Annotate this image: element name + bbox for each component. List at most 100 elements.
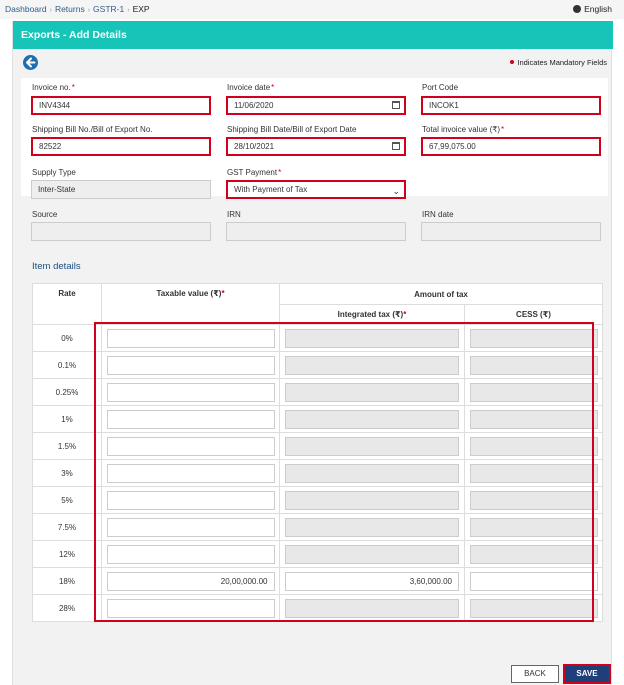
cess-input xyxy=(469,382,598,402)
mandatory-note: Indicates Mandatory Fields xyxy=(510,58,607,67)
shipping-bill-date-value: 28/10/2021 xyxy=(234,142,275,151)
taxable-value-input[interactable] xyxy=(106,328,275,348)
page-header: Exports - Add Details xyxy=(13,21,613,49)
igst-cell xyxy=(279,351,465,379)
required-marker: * xyxy=(71,83,75,92)
cess-cell xyxy=(464,459,603,487)
cess-input xyxy=(469,436,598,456)
cess-input xyxy=(469,517,598,537)
breadcrumb-current: EXP xyxy=(132,4,150,14)
taxable-cell xyxy=(101,351,280,379)
gst-payment-select[interactable]: With Payment of Tax ⌄ xyxy=(226,180,406,199)
cess-cell xyxy=(464,594,603,622)
rate-cell: 0.1% xyxy=(32,351,102,379)
taxable-value-input[interactable] xyxy=(106,409,275,429)
breadcrumb-separator: › xyxy=(127,7,130,14)
port-code-field[interactable]: INCOK1 xyxy=(421,96,601,115)
taxable-value-input[interactable] xyxy=(106,355,275,375)
cess-cell xyxy=(464,324,603,352)
cess-cell xyxy=(464,432,603,460)
igst-cell xyxy=(279,486,465,514)
table-row: 5% xyxy=(32,486,603,514)
invoice-no-label-text: Invoice no. xyxy=(32,83,71,92)
shipping-bill-date-field[interactable]: 28/10/2021 xyxy=(226,137,406,156)
cess-input xyxy=(469,328,598,348)
rate-cell: 3% xyxy=(32,459,102,487)
cess-header: CESS (₹) xyxy=(464,304,603,325)
page-title: Exports - Add Details xyxy=(21,29,127,41)
invoice-no-field[interactable]: INV4344 xyxy=(31,96,211,115)
rate-cell: 12% xyxy=(32,540,102,568)
integrated-tax-header-text: Integrated tax (₹) xyxy=(337,310,404,319)
taxable-cell: 20,00,000.00 xyxy=(101,567,280,595)
cess-cell xyxy=(464,567,603,595)
gst-payment-label-text: GST Payment xyxy=(227,168,278,177)
taxable-value-input[interactable] xyxy=(106,517,275,537)
table-row: 18% 20,00,000.00 3,60,000.00 xyxy=(32,567,603,595)
table-row: 1.5% xyxy=(32,432,603,460)
breadcrumb-returns[interactable]: Returns xyxy=(55,4,85,14)
gst-payment-label: GST Payment* xyxy=(227,168,281,177)
calendar-icon[interactable] xyxy=(392,101,400,109)
total-invoice-value-field[interactable]: 67,99,075.00 xyxy=(421,137,601,156)
table-row: 3% xyxy=(32,459,603,487)
back-button[interactable]: BACK xyxy=(511,665,559,683)
integrated-tax-input xyxy=(285,436,459,456)
igst-cell xyxy=(279,378,465,406)
required-marker: * xyxy=(271,83,275,92)
shipping-bill-no-field[interactable]: 82522 xyxy=(31,137,211,156)
irn-field xyxy=(226,222,406,241)
source-label: Source xyxy=(32,210,58,219)
supply-type-field: Inter-State xyxy=(31,180,211,199)
back-arrow-icon[interactable] xyxy=(23,55,38,70)
taxable-value-input[interactable] xyxy=(106,382,275,402)
required-dot-icon xyxy=(510,60,515,64)
required-marker: * xyxy=(403,310,407,319)
integrated-tax-input xyxy=(285,463,459,483)
taxable-value-input[interactable] xyxy=(106,598,275,618)
igst-cell xyxy=(279,324,465,352)
taxable-value-input[interactable] xyxy=(106,490,275,510)
shipping-bill-no-label: Shipping Bill No./Bill of Export No. xyxy=(32,125,153,134)
required-marker: * xyxy=(278,168,282,177)
cess-input xyxy=(469,490,598,510)
cess-cell xyxy=(464,486,603,514)
gst-payment-value: With Payment of Tax xyxy=(234,185,308,194)
rate-cell: 0% xyxy=(32,324,102,352)
language-selector[interactable]: English xyxy=(573,4,612,14)
save-button[interactable]: SAVE xyxy=(563,664,611,684)
rate-cell: 0.25% xyxy=(32,378,102,406)
table-row: 7.5% xyxy=(32,513,603,541)
igst-cell xyxy=(279,594,465,622)
cess-cell xyxy=(464,513,603,541)
breadcrumb-dashboard[interactable]: Dashboard xyxy=(5,4,47,14)
breadcrumb-separator: › xyxy=(87,7,91,14)
taxable-cell xyxy=(101,540,280,568)
igst-cell xyxy=(279,513,465,541)
igst-cell xyxy=(279,459,465,487)
integrated-tax-input xyxy=(285,490,459,510)
calendar-icon[interactable] xyxy=(392,142,400,150)
main-panel: Exports - Add Details Indicates Mandator… xyxy=(12,21,613,685)
invoice-date-value: 11/06/2020 xyxy=(234,101,274,110)
taxable-value-header: Taxable value (₹)* xyxy=(101,283,280,325)
rate-cell: 1.5% xyxy=(32,432,102,460)
cess-cell xyxy=(464,351,603,379)
taxable-value-input[interactable] xyxy=(106,544,275,564)
taxable-value-input[interactable]: 20,00,000.00 xyxy=(106,571,275,591)
chevron-down-icon: ⌄ xyxy=(392,186,400,196)
table-row: 28% xyxy=(32,594,603,622)
cess-cell xyxy=(464,405,603,433)
taxable-value-input[interactable] xyxy=(106,436,275,456)
table-row: 1% xyxy=(32,405,603,433)
cess-input xyxy=(469,409,598,429)
invoice-date-field[interactable]: 11/06/2020 xyxy=(226,96,406,115)
integrated-tax-input xyxy=(285,598,459,618)
integrated-tax-input[interactable]: 3,60,000.00 xyxy=(285,571,459,591)
breadcrumb: Dashboard › Returns › GSTR-1 › EXP xyxy=(5,4,150,14)
cess-input[interactable] xyxy=(469,571,598,591)
breadcrumb-gstr1[interactable]: GSTR-1 xyxy=(93,4,124,14)
taxable-cell xyxy=(101,432,280,460)
taxable-value-input[interactable] xyxy=(106,463,275,483)
integrated-tax-header: Integrated tax (₹)* xyxy=(279,304,465,325)
